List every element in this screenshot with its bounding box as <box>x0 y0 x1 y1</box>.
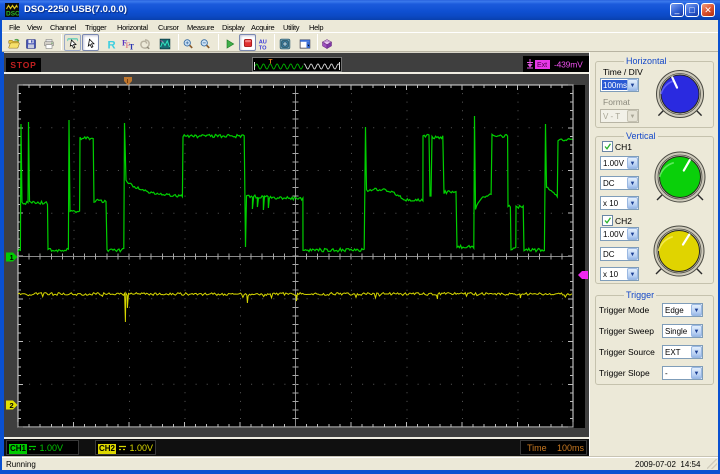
svg-text:1: 1 <box>10 253 14 262</box>
svg-text:2: 2 <box>10 401 14 410</box>
svg-text:R: R <box>108 40 116 51</box>
svg-text:-439mV: -439mV <box>554 60 583 70</box>
svg-text:T: T <box>129 43 134 50</box>
svg-text:Ext: Ext <box>537 62 547 69</box>
svg-text:DSO: DSO <box>6 11 19 18</box>
svg-text:T: T <box>269 59 273 66</box>
svg-text:TO: TO <box>259 45 267 50</box>
